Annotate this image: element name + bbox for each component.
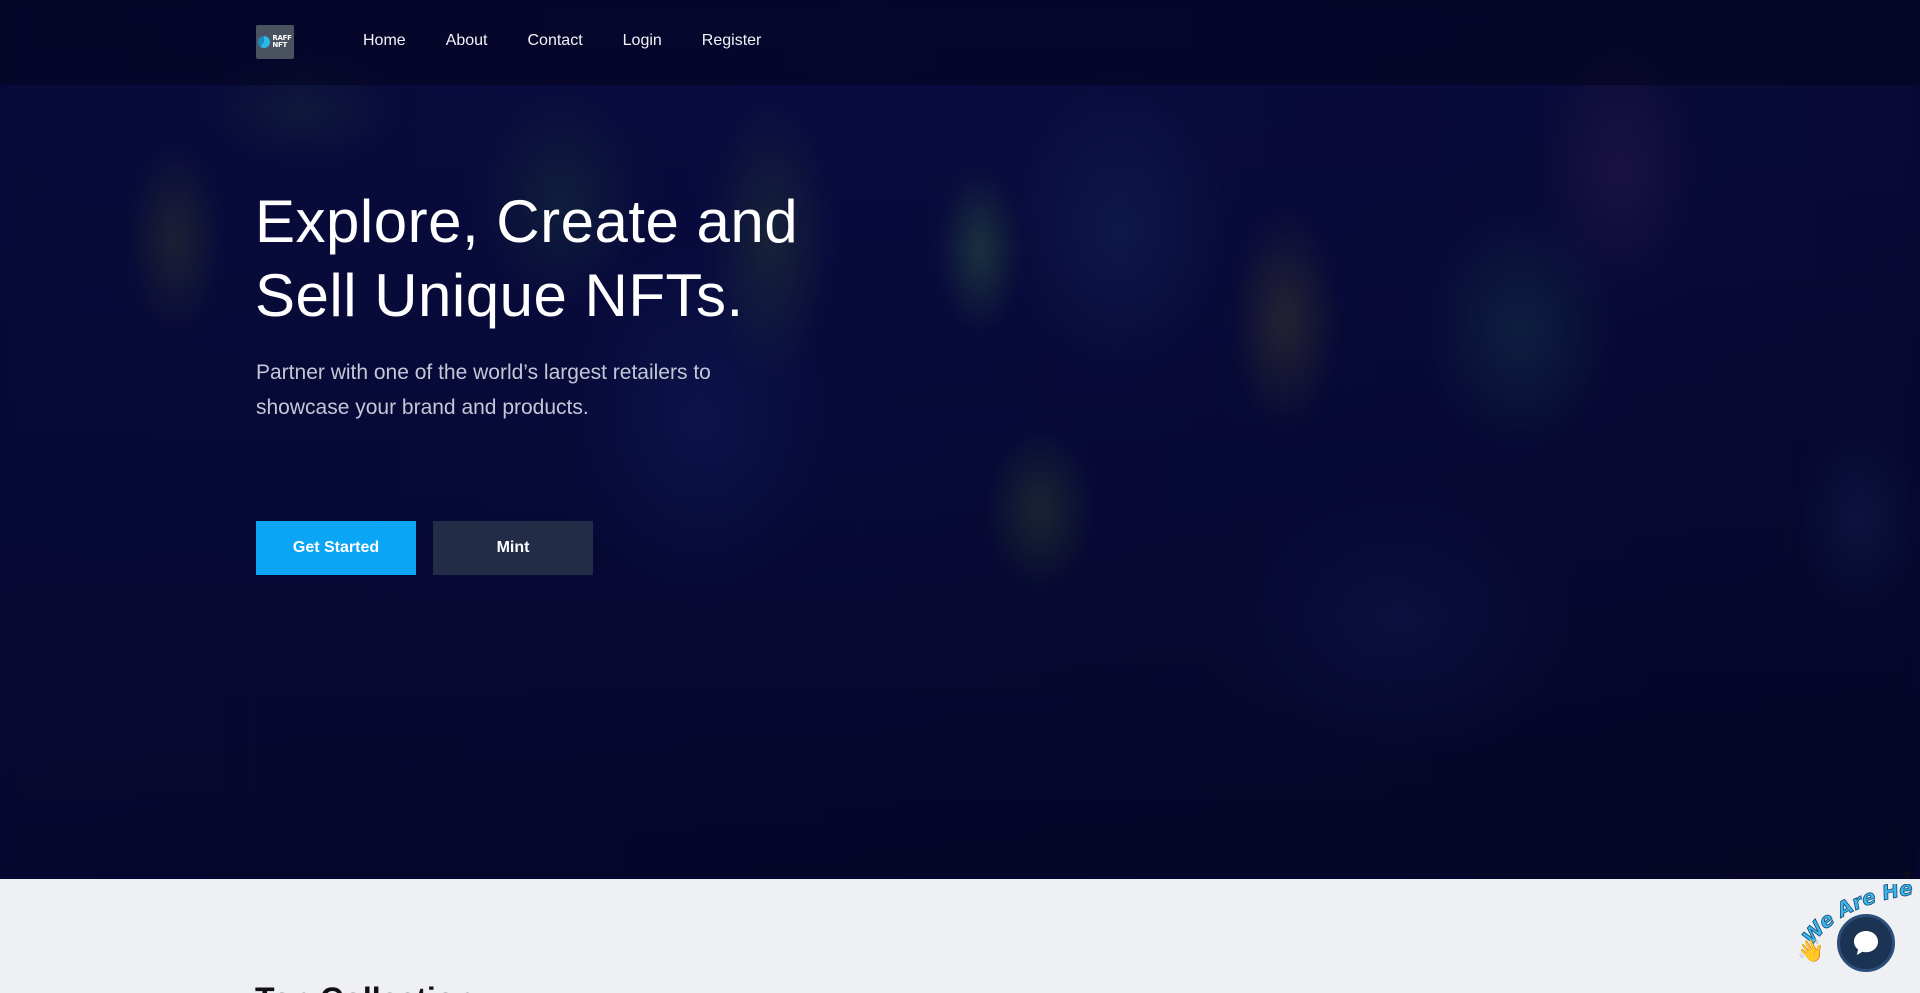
nav-login[interactable]: Login	[623, 31, 662, 51]
get-started-button[interactable]: Get Started	[256, 521, 416, 575]
hero-title: Explore, Create and Sell Unique NFTs.	[255, 188, 799, 329]
logo-text-bottom: NFT	[272, 41, 287, 49]
mint-button[interactable]: Mint	[433, 521, 593, 575]
nav-register[interactable]: Register	[702, 31, 762, 51]
chat-bubble-icon	[1854, 931, 1878, 955]
nav-about[interactable]: About	[446, 31, 488, 51]
nav-contact[interactable]: Contact	[528, 31, 583, 51]
top-collection-title: Top Collection	[255, 979, 475, 993]
waving-hand-icon: 👋	[1797, 938, 1825, 963]
chat-launcher-button[interactable]	[1837, 914, 1895, 972]
top-collection-section: Top Collection	[0, 879, 1920, 993]
logo-text: RAFF NFT	[272, 35, 291, 49]
logo-globe-icon	[258, 36, 271, 48]
hero-overlay	[0, 0, 1920, 879]
chat-close-icon[interactable]: ✕	[1900, 868, 1914, 882]
brand-logo[interactable]: RAFF NFT	[256, 25, 294, 59]
page: RAFF NFT Home About Contact Login Regist…	[0, 0, 1920, 993]
hero-subtitle: Partner with one of the world’s largest …	[256, 361, 711, 419]
nav-home[interactable]: Home	[363, 31, 406, 51]
hero-section: RAFF NFT Home About Contact Login Regist…	[0, 0, 1920, 879]
nav-links: Home About Contact Login Register	[363, 31, 761, 51]
top-navbar: RAFF NFT Home About Contact Login Regist…	[0, 0, 1920, 85]
